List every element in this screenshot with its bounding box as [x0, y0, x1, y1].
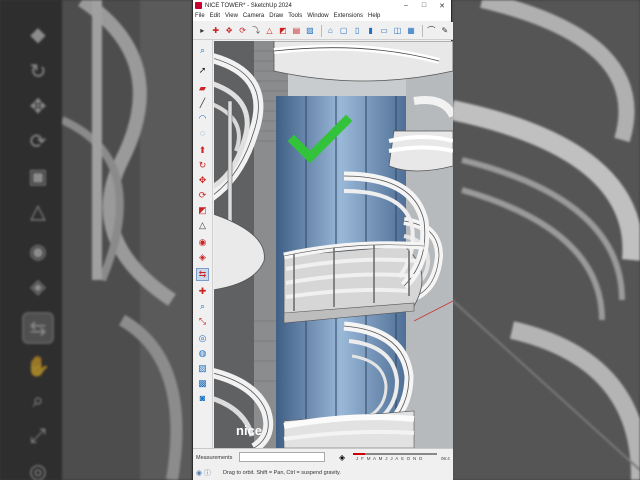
ghost-tape-icon: ◉: [29, 240, 47, 263]
line-icon[interactable]: ╱: [196, 97, 209, 110]
dimension-icon[interactable]: ◈: [196, 251, 209, 264]
warning-icon[interactable]: △: [264, 25, 274, 36]
minimize-button[interactable]: –: [397, 2, 415, 9]
menu-extensions[interactable]: Extensions: [334, 13, 363, 19]
zoom-icon[interactable]: ⌕: [196, 44, 209, 57]
menu-camera[interactable]: Camera: [243, 13, 264, 19]
ghost-scale-icon: ▣: [28, 165, 48, 188]
ghost-warning-icon: △: [30, 200, 46, 223]
left-view-icon[interactable]: ▭: [379, 25, 389, 36]
menu-window[interactable]: Window: [307, 13, 328, 19]
left-toolbar: ⌕ ➚ ▰ ╱ ◠ ◌ ⬆ ↻ ✥ ⟳ ◩ △ ◉ ◈ ⇆ ✚ ⌕ ⤡ ◎ ◍ …: [193, 40, 213, 448]
ghost-orbit-icon: ↻: [29, 60, 47, 83]
menu-bar: File Edit View Camera Draw Tools Window …: [193, 11, 451, 21]
move-icon[interactable]: ⤵: [251, 25, 261, 36]
components-icon[interactable]: ◙: [196, 392, 209, 405]
follow-me-icon[interactable]: ↻: [196, 159, 209, 172]
sketchup-window: NICE TOWER* - SketchUp 2024 – □ ✕ File E…: [192, 0, 453, 480]
status-bar: Measurements ◈ J F M A M J J A S O N D 0…: [193, 448, 453, 480]
select-icon[interactable]: ▸: [197, 25, 207, 36]
shadow-toggle-icon[interactable]: ◈: [339, 453, 345, 462]
ghost-railing-art: [62, 0, 183, 480]
orbit-icon[interactable]: ✚: [210, 25, 220, 36]
toolbar-separator: [321, 24, 323, 37]
select-arrow-icon[interactable]: ➚: [196, 64, 209, 77]
move-tool-icon[interactable]: ✥: [196, 174, 209, 187]
ghost-move-icon: ✥: [29, 95, 47, 118]
measurements-label: Measurements: [196, 455, 233, 461]
maximize-button[interactable]: □: [415, 2, 433, 9]
background-right: [452, 0, 640, 480]
paint-icon[interactable]: ▨: [305, 25, 315, 36]
styles-icon[interactable]: ▩: [196, 377, 209, 390]
top-toolbar: ▸ ✚ ✥ ⟳ ⤵ △ ◩ ▤ ▨ ⌂ ▢ ▯ ▮ ▭ ◫ ▦ ⌒ ✎: [193, 22, 453, 40]
front-view-icon[interactable]: ⌂: [325, 25, 335, 36]
scale-tool-icon[interactable]: ◩: [196, 204, 209, 217]
walk-icon[interactable]: ◎: [196, 332, 209, 345]
bottom-view-icon[interactable]: ▦: [406, 25, 416, 36]
push-pull-icon[interactable]: ⬆: [196, 144, 209, 157]
pencil-icon[interactable]: ✎: [440, 25, 450, 36]
back-view-icon[interactable]: ▮: [365, 25, 375, 36]
arc-tool-icon[interactable]: ◠: [196, 112, 209, 125]
arc-icon[interactable]: ⌒: [426, 25, 436, 36]
menu-file[interactable]: File: [195, 13, 205, 19]
ghost-rotate-icon: ⟳: [29, 130, 47, 153]
toolbar-separator: [422, 24, 424, 37]
right-view-icon[interactable]: ▯: [352, 25, 362, 36]
text-icon[interactable]: ✚: [196, 285, 209, 298]
status-hint: Drag to orbit. Shift = Pan, Ctrl = suspe…: [223, 470, 341, 476]
tape-icon[interactable]: △: [196, 219, 209, 232]
scale-icon[interactable]: ◩: [278, 25, 288, 36]
close-button[interactable]: ✕: [433, 2, 451, 10]
ghost-pan-icon: ✋: [25, 355, 51, 378]
ghost-protractor-icon: ◈: [30, 275, 46, 298]
menu-edit[interactable]: Edit: [210, 13, 220, 19]
model-viewport[interactable]: nice: [214, 41, 453, 448]
section-plane-icon[interactable]: ⇆: [196, 268, 209, 281]
ghost-section-icon: ⇆: [22, 312, 54, 344]
window-title: NICE TOWER* - SketchUp 2024: [205, 2, 292, 9]
watermark-logo: nice: [236, 423, 262, 438]
menu-help[interactable]: Help: [368, 13, 380, 19]
eraser-icon[interactable]: ▰: [196, 82, 209, 95]
measurements-input[interactable]: [239, 452, 325, 462]
ghost-select-icon: ◆: [30, 23, 46, 46]
title-bar: NICE TOWER* - SketchUp 2024 – □ ✕: [193, 0, 451, 11]
status-info-icon[interactable]: ◉ ⓘ: [196, 468, 211, 478]
rotate-tool-icon[interactable]: ⟳: [196, 189, 209, 202]
shadow-time: 06:4: [441, 456, 450, 461]
menu-tools[interactable]: Tools: [288, 13, 302, 19]
offset-icon[interactable]: ▤: [291, 25, 301, 36]
position-camera-icon[interactable]: ▧: [196, 362, 209, 375]
menu-draw[interactable]: Draw: [269, 13, 283, 19]
axes-icon[interactable]: ⌕: [196, 300, 209, 313]
menu-view[interactable]: View: [225, 13, 238, 19]
ghost-zoom-icon: ⌕: [32, 389, 44, 412]
pan-icon[interactable]: ✥: [224, 25, 234, 36]
top-view-icon[interactable]: ▢: [338, 25, 348, 36]
ghost-balcony-art: [452, 0, 640, 480]
sketchup-logo-icon: [195, 2, 202, 9]
rotate-icon[interactable]: ⟳: [237, 25, 247, 36]
ghost-walk-icon: ◎: [29, 460, 47, 480]
look-around-icon[interactable]: ◍: [196, 347, 209, 360]
shadow-month-slider[interactable]: [353, 453, 437, 455]
background-left: ◆ ↻ ✥ ⟳ ▣ △ ◉ ◈ ⇆ ✋ ⌕ ⤢ ◎: [0, 0, 192, 480]
iso-view-icon[interactable]: ◫: [392, 25, 402, 36]
shadow-months: J F M A M J J A S O N D: [356, 456, 424, 461]
ghost-zoom-extents-icon: ⤢: [30, 424, 46, 447]
tower-model-render: nice: [214, 41, 453, 448]
zoom-extents-icon[interactable]: ⤡: [196, 315, 209, 328]
circle-icon[interactable]: ◌: [196, 127, 209, 140]
protractor-icon[interactable]: ◉: [196, 236, 209, 249]
